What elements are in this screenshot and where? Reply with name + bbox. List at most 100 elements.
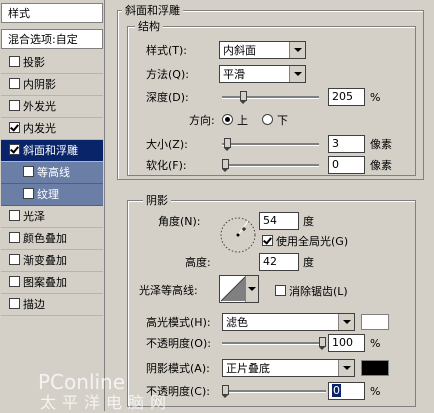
shadow-mode-label: 阴影模式(A): [146, 362, 210, 375]
shadow-mode-select[interactable]: 正片叠底 [222, 359, 355, 377]
style-item-label: 纹理 [37, 188, 59, 201]
style-item-label: 渐变叠加 [23, 254, 67, 267]
shadow-opacity-input[interactable]: 0 [328, 382, 365, 400]
gloss-contour-label: 光泽等高线: [139, 284, 198, 297]
chevron-down-icon[interactable] [289, 66, 305, 82]
shadow-opacity-slider[interactable] [222, 384, 326, 398]
blending-options-item[interactable]: 混合选项:自定 [1, 29, 103, 49]
chevron-down-icon[interactable] [289, 42, 305, 58]
style-item-label: 描边 [23, 298, 45, 311]
depth-label: 深度(D): [146, 91, 189, 104]
global-light-label: 使用全局光(G) [276, 235, 349, 248]
style-item[interactable]: 渐变叠加 [1, 250, 103, 272]
shadow-opacity-value: 0 [332, 384, 341, 397]
size-unit: 像素 [370, 138, 392, 151]
style-select-value: 内斜面 [223, 44, 256, 57]
shading-title: 阴影 [143, 192, 171, 208]
style-item[interactable]: 斜面和浮雕 [1, 140, 103, 162]
style-item[interactable]: 投影 [1, 52, 103, 74]
chevron-down-icon[interactable] [245, 276, 258, 302]
style-item[interactable]: 内发光 [1, 118, 103, 140]
highlight-opacity-input[interactable]: 100 [328, 334, 365, 352]
checkbox-icon[interactable] [9, 298, 20, 309]
soften-slider-thumb[interactable] [222, 159, 229, 172]
highlight-opacity-unit: % [370, 337, 381, 350]
style-item-label: 斜面和浮雕 [23, 144, 78, 157]
chevron-down-icon[interactable] [338, 314, 354, 330]
checkbox-icon[interactable] [9, 56, 20, 67]
highlight-mode-select[interactable]: 滤色 [222, 313, 355, 331]
shadow-opacity-track [222, 390, 326, 393]
radio-selected-icon[interactable] [222, 114, 233, 125]
depth-slider-track [222, 96, 319, 99]
soften-slider-track [222, 164, 319, 167]
shadow-color-swatch[interactable] [361, 360, 389, 376]
checkbox-icon[interactable] [9, 78, 20, 89]
technique-label: 方法(Q): [146, 68, 189, 81]
checkbox-icon[interactable] [9, 144, 20, 155]
style-item[interactable]: 内阴影 [1, 74, 103, 96]
depth-unit: % [370, 91, 381, 104]
chevron-down-icon[interactable] [338, 360, 354, 376]
highlight-opacity-slider[interactable] [222, 336, 326, 350]
gloss-contour-picker[interactable] [219, 275, 259, 303]
highlight-opacity-label: 不透明度(O): [146, 337, 211, 350]
soften-slider[interactable] [222, 158, 319, 172]
soften-label: 软化(F): [146, 159, 187, 172]
size-slider-thumb[interactable] [224, 138, 231, 151]
size-label: 大小(Z): [146, 138, 188, 151]
style-label: 样式(T): [146, 44, 188, 57]
style-item-label: 光泽 [23, 210, 45, 223]
depth-slider[interactable] [222, 90, 319, 104]
depth-input[interactable]: 205 [328, 88, 365, 106]
angle-dial-icon[interactable] [219, 216, 257, 254]
soften-input[interactable]: 0 [328, 156, 365, 174]
checkbox-icon[interactable] [9, 122, 20, 133]
checkbox-icon[interactable] [262, 235, 273, 246]
contour-preview-icon [220, 276, 246, 302]
depth-slider-thumb[interactable] [240, 91, 247, 104]
checkbox-icon[interactable] [275, 285, 286, 296]
style-item[interactable]: 描边 [1, 294, 103, 316]
size-slider[interactable] [222, 137, 319, 151]
altitude-unit: 度 [303, 256, 314, 269]
style-item[interactable]: 外发光 [1, 96, 103, 118]
direction-label: 方向: [189, 114, 215, 127]
style-item[interactable]: 颜色叠加 [1, 228, 103, 250]
angle-dial[interactable] [219, 216, 257, 254]
checkbox-icon[interactable] [9, 232, 20, 243]
checkbox-icon[interactable] [9, 210, 20, 221]
shadow-mode-value: 正片叠底 [226, 362, 270, 375]
style-item[interactable]: 纹理 [1, 184, 103, 206]
style-select[interactable]: 内斜面 [219, 41, 306, 59]
style-item-label: 等高线 [37, 166, 70, 179]
style-item[interactable]: 光泽 [1, 206, 103, 228]
style-item-label: 颜色叠加 [23, 232, 67, 245]
direction-down-radio[interactable]: 下 [262, 114, 288, 128]
checkbox-icon[interactable] [23, 188, 34, 199]
altitude-input[interactable]: 42 [259, 253, 299, 271]
radio-icon[interactable] [262, 114, 273, 125]
angle-label: 角度(N): [158, 215, 201, 228]
checkbox-icon[interactable] [23, 166, 34, 177]
global-light-checkbox[interactable]: 使用全局光(G) [262, 235, 348, 249]
checkbox-icon[interactable] [9, 276, 20, 287]
styles-title: 样式 [1, 3, 103, 23]
highlight-mode-value: 滤色 [226, 316, 248, 329]
antialias-checkbox[interactable]: 消除锯齿(L) [275, 285, 348, 299]
watermark-logo-cn: 太平洋电脑网 [40, 393, 173, 412]
highlight-color-swatch[interactable] [361, 314, 389, 330]
direction-up-radio[interactable]: 上 [222, 114, 248, 128]
shadow-opacity-thumb[interactable] [222, 385, 229, 398]
style-item[interactable]: 等高线 [1, 162, 103, 184]
technique-select[interactable]: 平滑 [219, 65, 306, 83]
angle-input[interactable]: 54 [259, 212, 299, 230]
style-item-label: 外发光 [23, 100, 56, 113]
size-slider-track [222, 143, 319, 146]
size-input[interactable]: 3 [328, 135, 365, 153]
style-item[interactable]: 图案叠加 [1, 272, 103, 294]
checkbox-icon[interactable] [9, 100, 20, 111]
styles-list-panel: 样式 混合选项:自定 投影 内阴影外发光内发光斜面和浮雕等高线纹理光泽颜色叠加渐变… [0, 0, 105, 411]
checkbox-icon[interactable] [9, 254, 20, 265]
highlight-opacity-thumb[interactable] [319, 337, 326, 350]
